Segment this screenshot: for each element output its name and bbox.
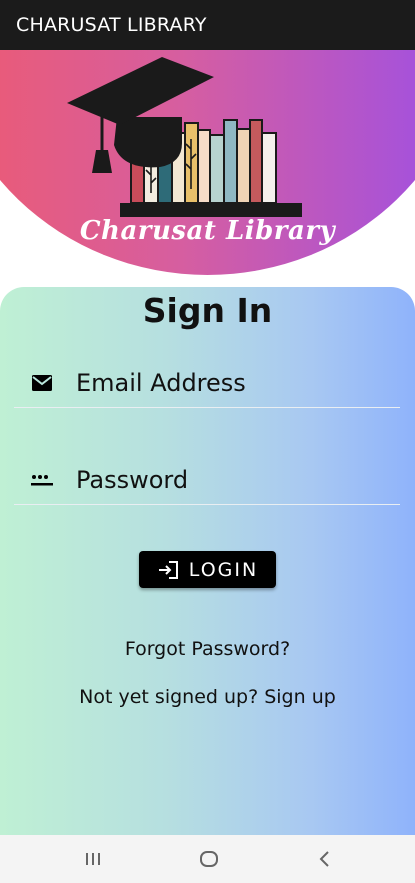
screen: CHARUSAT LIBRARY Charusat Library Sign I…	[0, 0, 415, 883]
app-bar: CHARUSAT LIBRARY	[0, 0, 415, 50]
logo-text: Charusat Library	[79, 216, 336, 246]
sign-in-card: Sign In Email Address LOGIN Forgot Passw…	[0, 287, 415, 835]
password-input[interactable]	[76, 466, 376, 494]
home-icon	[200, 851, 218, 867]
recents-button[interactable]	[81, 847, 105, 871]
email-icon	[30, 371, 54, 395]
recents-icon	[86, 853, 100, 865]
login-label: LOGIN	[188, 558, 259, 581]
page-title: Sign In	[142, 291, 273, 330]
back-icon	[319, 851, 329, 867]
login-button[interactable]: LOGIN	[139, 551, 276, 588]
signup-link[interactable]: Not yet signed up? Sign up	[0, 686, 415, 708]
home-button[interactable]	[197, 847, 221, 871]
back-button[interactable]	[313, 847, 337, 871]
system-nav-bar	[0, 835, 415, 883]
app-title: CHARUSAT LIBRARY	[16, 14, 207, 36]
forgot-password-link[interactable]: Forgot Password?	[0, 638, 415, 660]
login-icon	[157, 559, 179, 581]
password-field[interactable]	[14, 456, 400, 505]
email-field[interactable]	[14, 359, 400, 408]
password-icon	[30, 468, 54, 492]
email-input[interactable]	[76, 369, 376, 397]
